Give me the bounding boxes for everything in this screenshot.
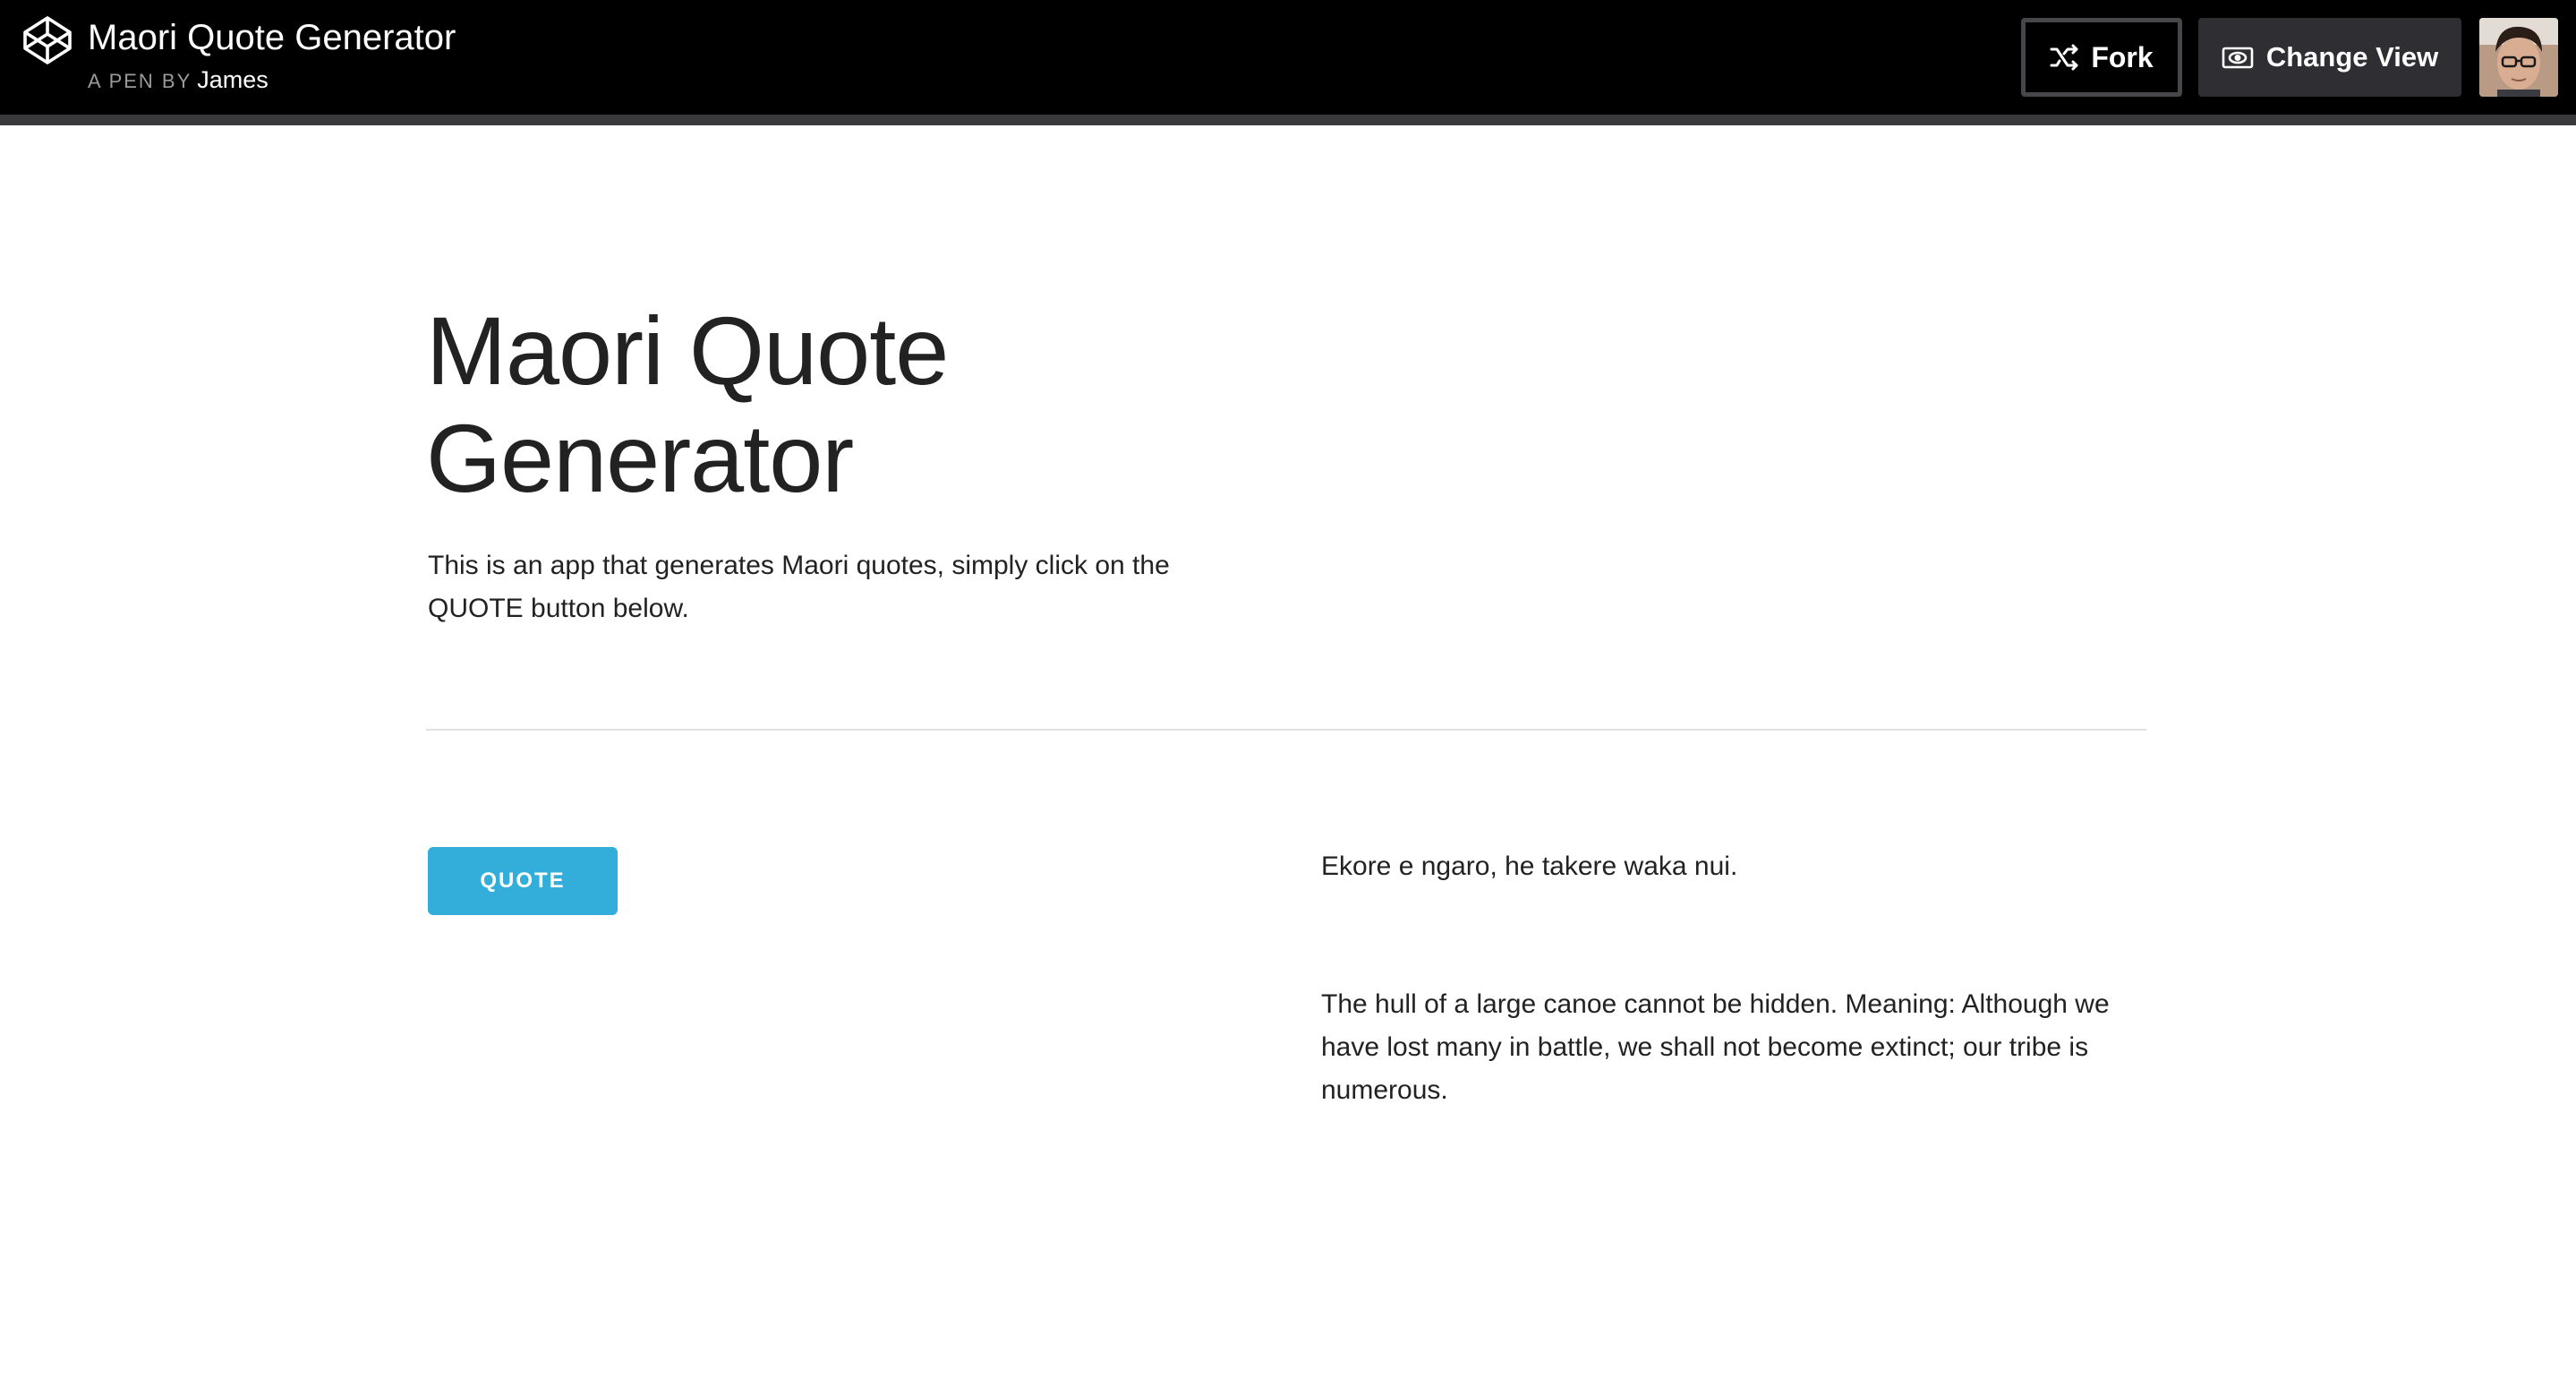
fork-icon xyxy=(2050,44,2080,71)
change-view-label: Change View xyxy=(2265,41,2439,73)
section-divider xyxy=(426,729,2146,731)
header-divider-strip xyxy=(0,115,2576,125)
quote-button[interactable]: QUOTE xyxy=(428,847,618,915)
eye-icon xyxy=(2222,45,2254,70)
byline-prefix: A PEN BY xyxy=(88,70,192,92)
top-header-bar: Maori Quote Generator A PEN BY James Fork… xyxy=(0,0,2576,115)
fork-label: Fork xyxy=(2091,40,2154,73)
codepen-logo-icon[interactable] xyxy=(21,14,73,66)
author-link[interactable]: James xyxy=(197,66,269,93)
page-title: Maori Quote Generator xyxy=(426,296,949,512)
change-view-button[interactable]: Change View xyxy=(2198,18,2461,97)
fork-button[interactable]: Fork xyxy=(2021,18,2182,97)
intro-text: This is an app that generates Maori quot… xyxy=(428,551,1170,623)
quote-english-text: The hull of a large canoe cannot be hidd… xyxy=(1321,989,2110,1105)
pen-title: Maori Quote Generator xyxy=(88,18,456,57)
pen-byline: A PEN BY James xyxy=(88,66,269,95)
user-avatar[interactable] xyxy=(2479,18,2558,97)
quote-maori-text: Ekore e ngaro, he takere waka nui. xyxy=(1321,852,1738,881)
